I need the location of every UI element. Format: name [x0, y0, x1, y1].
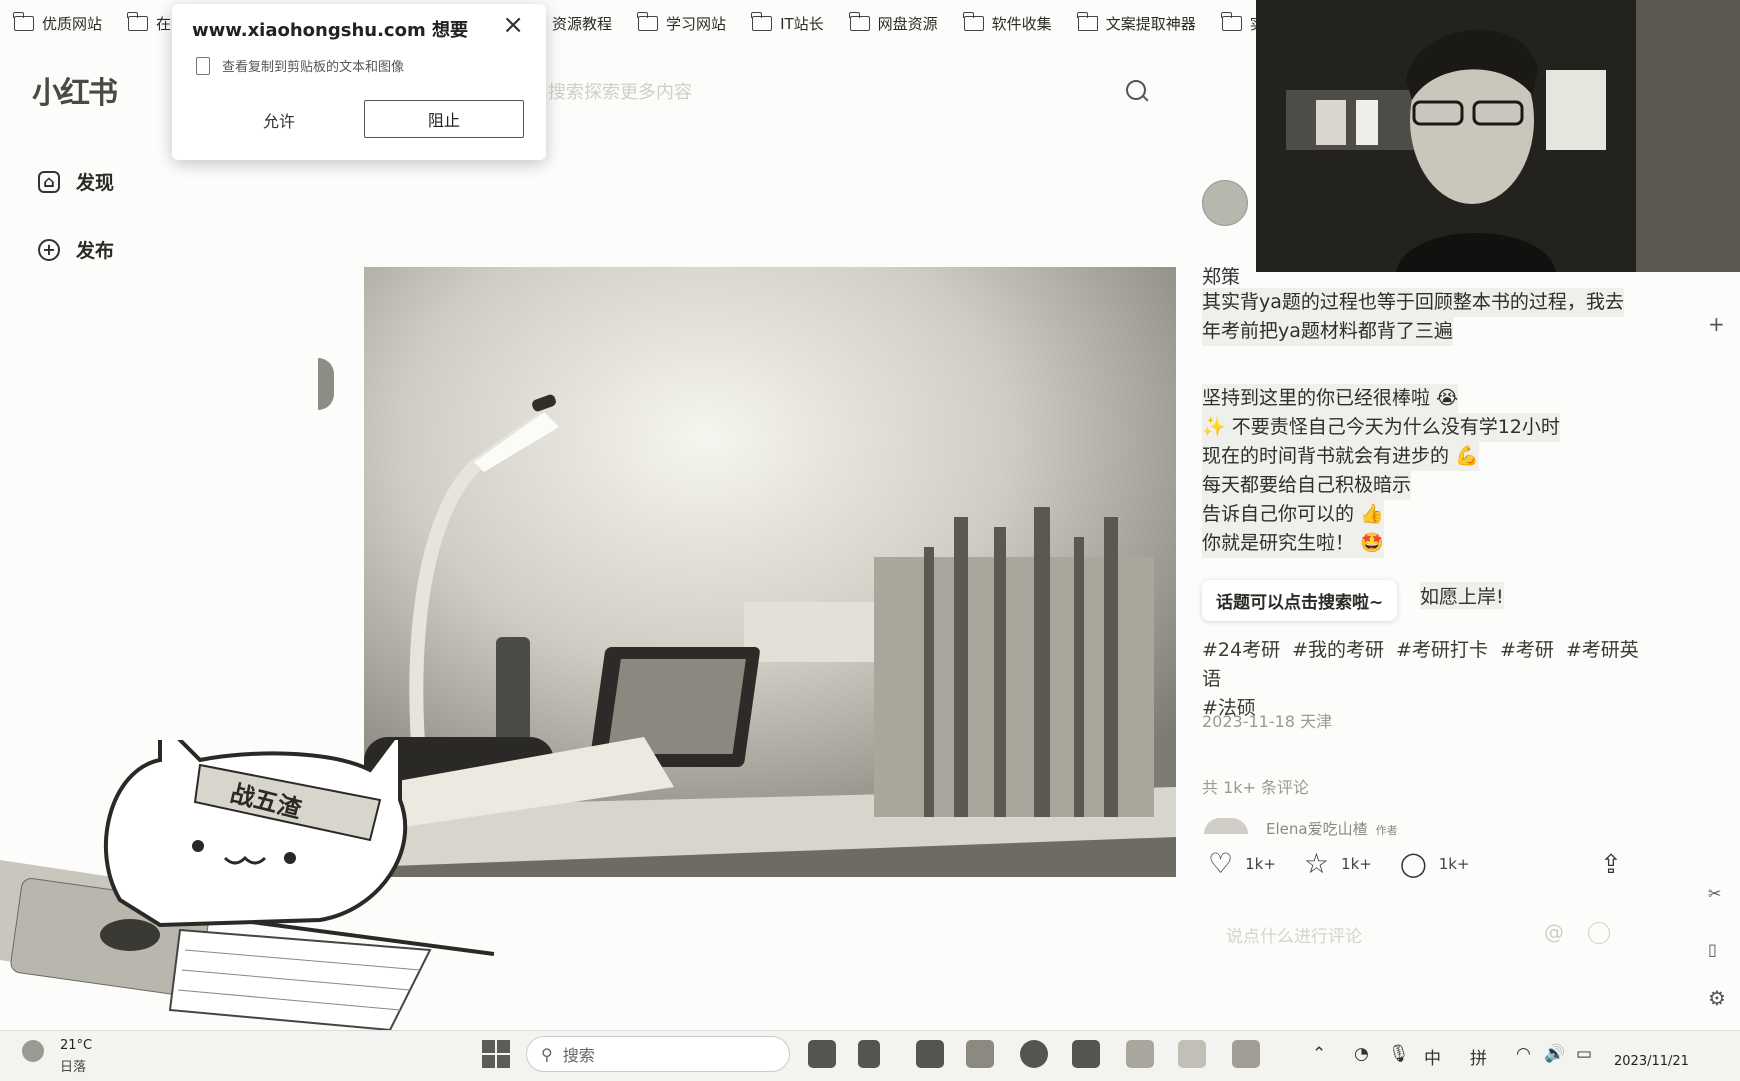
plus-icon[interactable]: +	[1708, 312, 1725, 336]
app-icon	[1077, 11, 1098, 31]
wifi-icon[interactable]: ◠	[1516, 1044, 1531, 1064]
block-button[interactable]: 阻止	[364, 100, 524, 138]
post-line: 告诉自己你可以的 👍	[1202, 500, 1384, 529]
bookmark-folder[interactable]: 网盘资源	[849, 11, 938, 34]
chevron-up-icon[interactable]: ⌃	[1312, 1044, 1326, 1064]
home-icon: ⌂	[38, 170, 60, 193]
tag-link[interactable]: #24考研	[1202, 639, 1280, 661]
nav-item-discover[interactable]: ⌂ 发现	[38, 168, 114, 195]
notepad-icon[interactable]	[1126, 1040, 1154, 1068]
like-button[interactable]: ♡ 1k+	[1208, 850, 1276, 878]
premiere-app-icon[interactable]	[808, 1040, 836, 1068]
share-icon[interactable]: ⇪	[1600, 850, 1622, 880]
folder-icon	[963, 11, 984, 31]
store-icon[interactable]	[1072, 1040, 1100, 1068]
teams-icon[interactable]	[916, 1040, 944, 1068]
folder-icon	[127, 11, 149, 31]
search-input[interactable]: 搜索探索更多内容	[548, 78, 692, 104]
prev-image-arrow[interactable]	[318, 358, 334, 410]
mention-icon[interactable]: @	[1544, 920, 1564, 944]
star-icon: ☆	[1303, 847, 1330, 880]
battery-icon[interactable]: ▭	[1576, 1044, 1592, 1064]
tag-link[interactable]: #我的考研	[1292, 639, 1384, 661]
bookmark-folder[interactable]: 软件收集	[963, 11, 1052, 34]
post-line-tail: 如愿上岸!	[1420, 582, 1504, 609]
post-line: 每天都要给自己积极暗示	[1202, 471, 1412, 500]
post-line: ✨ 不要责怪自己今天为什么没有学12小时	[1202, 413, 1560, 442]
taskbar-clock[interactable]: 2023/11/21	[1614, 1054, 1689, 1069]
app-icon[interactable]	[1178, 1040, 1206, 1068]
dialog-title: www.xiaohongshu.com 想要	[192, 20, 468, 41]
ime-language[interactable]: 中	[1424, 1044, 1441, 1069]
microphone-icon[interactable]: 🎙	[1388, 1044, 1410, 1064]
post-line: 年考前把ya题材料都背了三遍	[1202, 317, 1453, 346]
nav-item-publish[interactable]: + 发布	[38, 236, 114, 263]
emoji-icon[interactable]	[1588, 922, 1610, 944]
post-line: 其实背ya题的过程也等于回顾整本书的过程，我去	[1202, 288, 1624, 317]
comment-icon: ◯	[1399, 850, 1427, 878]
xiaohongshu-logo[interactable]: 小红书	[32, 68, 118, 112]
comment-input[interactable]: 说点什么进行评论	[1226, 922, 1362, 947]
sidebar-icon[interactable]: ▯	[1708, 940, 1717, 959]
post-line: 坚持到这里的你已经很棒啦 😭	[1202, 384, 1459, 413]
presenter-video	[1256, 0, 1740, 272]
clipboard-permission-dialog: www.xiaohongshu.com 想要 × 查看复制到剪贴板的文本和图像 …	[172, 4, 546, 160]
search-icon: ⚲	[541, 1044, 553, 1064]
tag-link[interactable]: #考研	[1500, 639, 1554, 661]
post-date: 2023-11-18 天津	[1202, 712, 1333, 731]
comment-button[interactable]: ◯ 1k+	[1400, 850, 1470, 878]
bookmark-folder[interactable]: 优质网站	[13, 11, 102, 34]
volume-icon[interactable]: 🔊	[1544, 1044, 1565, 1064]
plus-icon: +	[38, 238, 60, 261]
taskbar-search[interactable]: ⚲ 搜索	[526, 1036, 790, 1072]
bookmark-folder[interactable]: IT站长	[751, 11, 824, 34]
commenter-name: Elena爱吃山楂 作者	[1266, 820, 1398, 838]
engagement-bar: ♡ 1k+ ☆ 1k+ ◯ 1k+	[1208, 850, 1498, 879]
webcam-overlay	[1256, 0, 1740, 272]
folder-icon	[1221, 11, 1242, 31]
folder-icon	[849, 11, 870, 31]
weather-icon[interactable]	[22, 1040, 44, 1062]
start-button[interactable]	[482, 1040, 510, 1068]
edge-browser-icon[interactable]	[1020, 1040, 1048, 1068]
bookmark-link[interactable]: 文案提取神器	[1077, 11, 1196, 34]
bookmark-folder[interactable]: 学习网站	[637, 11, 726, 34]
post-line: 你就是研究生啦！ 🤩	[1202, 529, 1384, 558]
app-icon[interactable]	[1232, 1040, 1260, 1068]
folder-icon	[751, 11, 773, 31]
post-content: 其实背ya题的过程也等于回顾整本书的过程，我去 年考前把ya题材料都背了三遍 坚…	[1202, 288, 1642, 558]
cat-keyboard-illustration: 战五渣	[0, 715, 495, 1032]
screenshot-icon[interactable]: ✂	[1708, 884, 1721, 903]
heart-icon: ♡	[1208, 847, 1234, 880]
topic-tooltip: 话题可以点击搜索啦~	[1202, 580, 1398, 621]
allow-button[interactable]: 允许	[224, 102, 334, 138]
clipboard-icon	[196, 56, 210, 75]
ime-mode[interactable]: 拼	[1470, 1044, 1487, 1069]
post-line: 现在的时间背书就会有进步的 💪	[1202, 442, 1479, 471]
close-icon[interactable]: ×	[502, 10, 524, 40]
search-icon[interactable]	[1126, 80, 1146, 100]
collect-button[interactable]: ☆ 1k+	[1304, 850, 1372, 878]
file-explorer-icon[interactable]	[966, 1040, 994, 1068]
cat-sticker: 战五渣	[0, 715, 500, 1040]
app-icon[interactable]	[858, 1040, 880, 1068]
author-badge: 作者	[1375, 824, 1398, 837]
tray-app-icon[interactable]: ◔	[1354, 1044, 1369, 1064]
settings-icon[interactable]: ⚙	[1708, 986, 1726, 1010]
folder-icon	[637, 11, 659, 31]
author-avatar[interactable]	[1202, 180, 1248, 226]
weather-temperature[interactable]: 21°C	[60, 1038, 92, 1053]
commenter-avatar[interactable]	[1204, 818, 1248, 834]
folder-icon	[13, 11, 34, 31]
author-name[interactable]: 郑策	[1202, 262, 1240, 289]
comment-count: 共 1k+ 条评论	[1202, 778, 1310, 797]
permission-request: 查看复制到剪贴板的文本和图像	[196, 56, 404, 75]
tag-link[interactable]: #考研打卡	[1396, 639, 1488, 661]
weather-description[interactable]: 日落	[60, 1056, 86, 1075]
